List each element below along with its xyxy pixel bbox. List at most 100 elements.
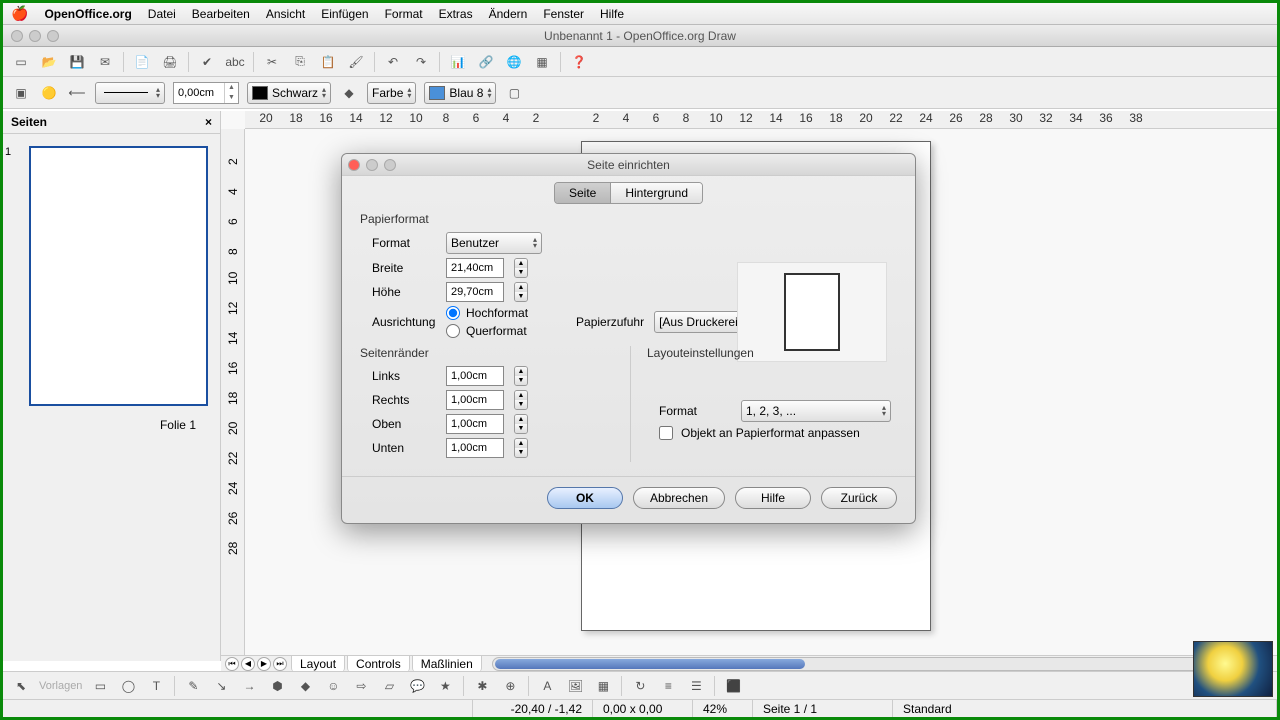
canvas[interactable]: 2018161412108642246810121416182022242628…: [221, 111, 1277, 661]
menu-einfuegen[interactable]: Einfügen: [321, 7, 368, 21]
save-icon[interactable]: 💾: [67, 52, 87, 72]
symbol-shapes-icon[interactable]: ☺: [323, 676, 343, 696]
gallery-icon[interactable]: ▦: [532, 52, 552, 72]
help-icon[interactable]: ❓: [569, 52, 589, 72]
navigator-icon[interactable]: 🌐: [504, 52, 524, 72]
paste-icon[interactable]: 📋: [318, 52, 338, 72]
menu-format[interactable]: Format: [385, 7, 423, 21]
format-select[interactable]: Benutzer▴▾: [446, 232, 542, 254]
menu-fenster[interactable]: Fenster: [543, 7, 584, 21]
print-icon[interactable]: 🖨: [160, 52, 180, 72]
tab-layout[interactable]: Layout: [291, 655, 345, 672]
pageformat-select[interactable]: 1, 2, 3, ...▴▾: [741, 400, 891, 422]
app-name[interactable]: OpenOffice.org: [44, 7, 131, 21]
menu-bearbeiten[interactable]: Bearbeiten: [192, 7, 250, 21]
chart-icon[interactable]: 📊: [448, 52, 468, 72]
spin-up-icon[interactable]: ▲: [515, 259, 527, 268]
fontwork-icon[interactable]: A: [537, 676, 557, 696]
menu-extras[interactable]: Extras: [439, 7, 473, 21]
glue-icon[interactable]: ⊕: [500, 676, 520, 696]
page-thumbnail[interactable]: [29, 146, 208, 406]
open-icon[interactable]: 📂: [39, 52, 59, 72]
reset-button[interactable]: Zurück: [821, 487, 897, 509]
spin-down-icon[interactable]: ▼: [515, 376, 527, 385]
extrude-icon[interactable]: ⬛: [723, 676, 743, 696]
tab-hintergrund[interactable]: Hintergrund: [610, 183, 702, 203]
help-button[interactable]: Hilfe: [735, 487, 811, 509]
menu-aendern[interactable]: Ändern: [489, 7, 528, 21]
arrange2-icon[interactable]: ☰: [686, 676, 706, 696]
spin-up-icon[interactable]: ▲: [515, 439, 527, 448]
cut-icon[interactable]: ✂: [262, 52, 282, 72]
shadow-icon[interactable]: ▢: [504, 83, 524, 103]
spin-up-icon[interactable]: ▲: [515, 415, 527, 424]
callout-icon[interactable]: 💬: [407, 676, 427, 696]
stars-icon[interactable]: ★: [435, 676, 455, 696]
ellipse-icon[interactable]: ◯: [118, 676, 138, 696]
spin-down-icon[interactable]: ▼: [515, 268, 527, 277]
spin-down-icon[interactable]: ▼: [225, 93, 238, 103]
line-end-icon[interactable]: ⟵: [67, 83, 87, 103]
left-margin-input[interactable]: [446, 366, 504, 386]
new-icon[interactable]: ▭: [11, 52, 31, 72]
line-color-select[interactable]: Schwarz▴▾: [247, 82, 331, 104]
last-tab-icon[interactable]: ⏭: [273, 657, 287, 671]
rotate-icon[interactable]: ↻: [630, 676, 650, 696]
paintbucket-icon[interactable]: 🟡: [39, 83, 59, 103]
top-margin-input[interactable]: [446, 414, 504, 434]
copy-icon[interactable]: ⎘: [290, 52, 310, 72]
autospell-icon[interactable]: abc: [225, 52, 245, 72]
height-input[interactable]: [446, 282, 504, 302]
gallery2-icon[interactable]: ▦: [593, 676, 613, 696]
portrait-radio[interactable]: [446, 306, 460, 320]
line-width-input[interactable]: ▲▼: [173, 82, 239, 104]
line-style-select[interactable]: ▴▾: [95, 82, 165, 104]
first-tab-icon[interactable]: ⏮: [225, 657, 239, 671]
spin-up-icon[interactable]: ▲: [225, 83, 238, 93]
align-icon[interactable]: ≡: [658, 676, 678, 696]
pdf-icon[interactable]: 📄: [132, 52, 152, 72]
close-panel-icon[interactable]: ×: [205, 115, 212, 129]
cancel-button[interactable]: Abbrechen: [633, 487, 725, 509]
text-icon[interactable]: T: [146, 676, 166, 696]
fit-object-checkbox[interactable]: [659, 426, 673, 440]
flowchart-icon[interactable]: ▱: [379, 676, 399, 696]
landscape-radio[interactable]: [446, 324, 460, 338]
fill-color-select[interactable]: Blau 8▴▾: [424, 82, 496, 104]
line-width-field[interactable]: [174, 83, 224, 103]
block-arrows-icon[interactable]: ⇨: [351, 676, 371, 696]
status-zoom[interactable]: 42%: [693, 700, 753, 717]
right-margin-input[interactable]: [446, 390, 504, 410]
line-arrow-icon[interactable]: →: [239, 676, 259, 696]
3d-icon[interactable]: ⬢: [267, 676, 287, 696]
basic-shapes-icon[interactable]: ◆: [295, 676, 315, 696]
connector-icon[interactable]: ↘: [211, 676, 231, 696]
undo-icon[interactable]: ↶: [383, 52, 403, 72]
tab-controls[interactable]: Controls: [347, 655, 410, 672]
select-icon[interactable]: ⬉: [11, 676, 31, 696]
width-input[interactable]: [446, 258, 504, 278]
spin-down-icon[interactable]: ▼: [515, 448, 527, 457]
fill-mode-select[interactable]: Farbe▴▾: [367, 82, 416, 104]
rectangle-icon[interactable]: ▭: [90, 676, 110, 696]
menu-datei[interactable]: Datei: [148, 7, 176, 21]
spin-up-icon[interactable]: ▲: [515, 391, 527, 400]
spin-up-icon[interactable]: ▲: [515, 367, 527, 376]
spellcheck-icon[interactable]: ✔: [197, 52, 217, 72]
menu-ansicht[interactable]: Ansicht: [266, 7, 305, 21]
curve-icon[interactable]: ✎: [183, 676, 203, 696]
horizontal-scrollbar[interactable]: [492, 657, 1269, 671]
spin-down-icon[interactable]: ▼: [515, 400, 527, 409]
prev-tab-icon[interactable]: ◀: [241, 657, 255, 671]
email-icon[interactable]: ✉: [95, 52, 115, 72]
area-icon[interactable]: ◆: [339, 83, 359, 103]
redo-icon[interactable]: ↷: [411, 52, 431, 72]
menu-hilfe[interactable]: Hilfe: [600, 7, 624, 21]
spin-down-icon[interactable]: ▼: [515, 424, 527, 433]
from-file-icon[interactable]: 🖼: [565, 676, 585, 696]
ok-button[interactable]: OK: [547, 487, 623, 509]
tab-seite[interactable]: Seite: [555, 183, 610, 203]
spin-down-icon[interactable]: ▼: [515, 292, 527, 301]
arrange-icon[interactable]: ▣: [11, 83, 31, 103]
spin-up-icon[interactable]: ▲: [515, 283, 527, 292]
